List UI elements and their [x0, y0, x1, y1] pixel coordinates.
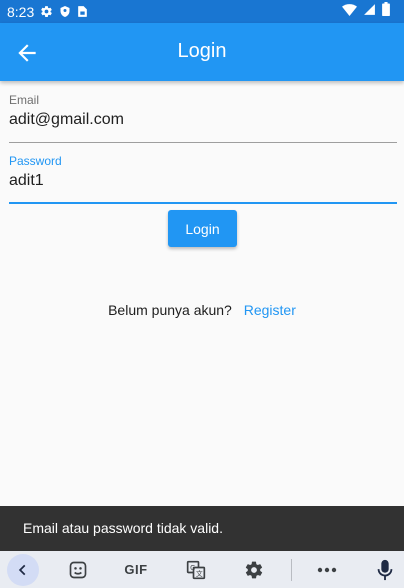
- password-label: Password: [9, 154, 62, 168]
- page-title: Login: [177, 40, 227, 62]
- status-time: 8:23: [7, 3, 35, 20]
- svg-text:文: 文: [196, 568, 203, 577]
- more-icon[interactable]: [315, 551, 339, 588]
- toolbar-divider: [291, 559, 292, 581]
- snackbar: Email atau password tidak valid.: [0, 506, 404, 551]
- email-field[interactable]: Email adit@gmail.com: [9, 93, 397, 145]
- wifi-icon: [342, 3, 357, 21]
- svg-text:G: G: [190, 564, 195, 572]
- email-label: Email: [9, 93, 40, 107]
- register-link[interactable]: Register: [244, 302, 296, 318]
- snackbar-message: Email atau password tidak valid.: [23, 520, 223, 536]
- translate-icon[interactable]: G文: [184, 551, 208, 588]
- chevron-left-icon: [7, 553, 39, 586]
- password-underline: [9, 202, 397, 204]
- mic-icon[interactable]: [375, 551, 395, 588]
- gear-icon: [40, 5, 53, 18]
- password-field[interactable]: Password adit1: [9, 154, 397, 206]
- register-row: Belum punya akun? Register: [0, 302, 404, 318]
- register-prompt: Belum punya akun?: [108, 302, 232, 318]
- email-input[interactable]: adit@gmail.com: [9, 111, 397, 129]
- app-bar: Login: [0, 23, 404, 81]
- sticker-icon[interactable]: [66, 551, 90, 588]
- keyboard-collapse-button[interactable]: [7, 551, 39, 588]
- battery-icon: [382, 2, 390, 21]
- email-underline: [9, 142, 397, 143]
- status-bar: 8:23: [0, 0, 404, 23]
- gif-button[interactable]: GIF: [120, 551, 152, 588]
- shield-icon: [59, 5, 71, 18]
- signal-icon: [363, 3, 376, 21]
- password-input[interactable]: adit1: [9, 172, 397, 190]
- keyboard-toolbar: GIF G文: [0, 551, 404, 588]
- settings-gear-icon[interactable]: [242, 551, 266, 588]
- login-button[interactable]: Login: [168, 210, 237, 247]
- sim-card-icon: [77, 5, 88, 18]
